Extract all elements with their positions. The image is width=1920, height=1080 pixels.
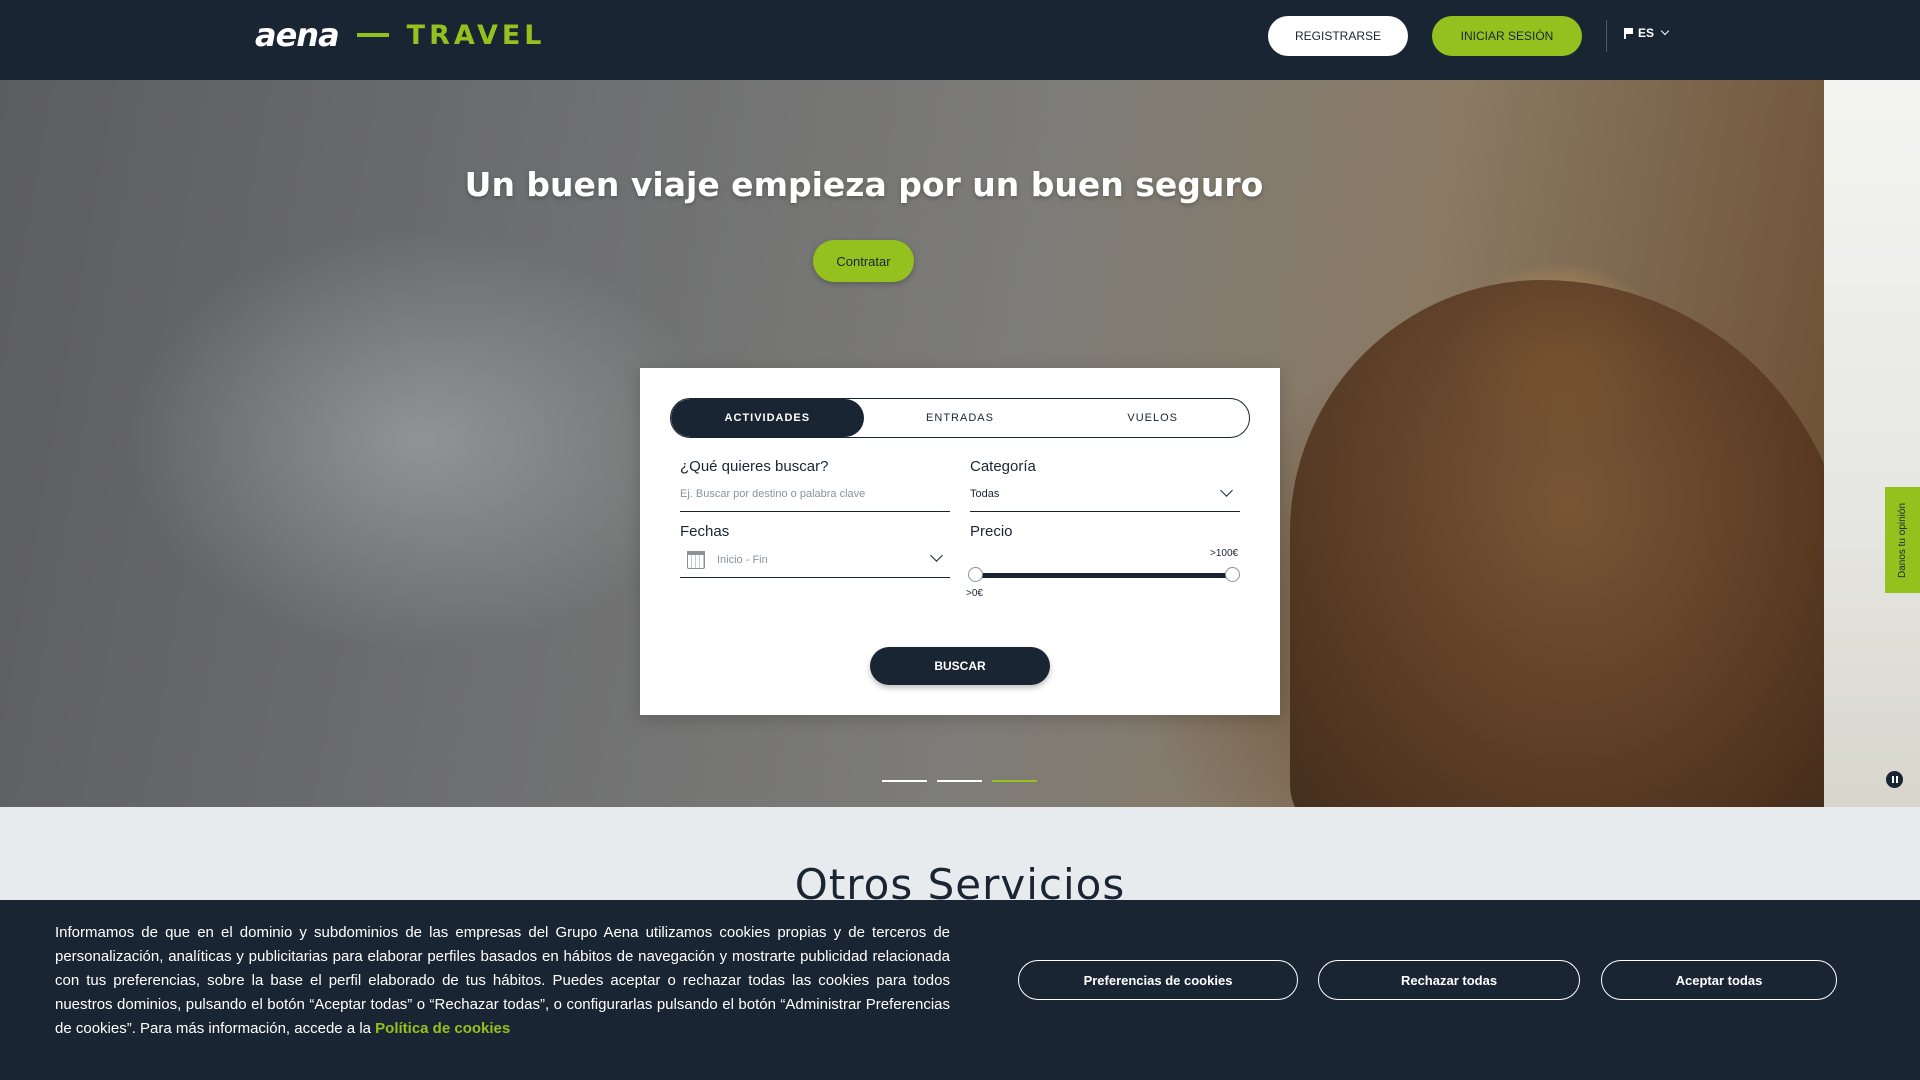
search-input[interactable]: Ej. Buscar por destino o palabra clave xyxy=(680,488,865,500)
login-button[interactable]: INICIAR SESIÓN xyxy=(1432,16,1582,56)
slide-indicator-1[interactable] xyxy=(882,780,927,782)
search-tabs: ACTIVIDADES ENTRADAS VUELOS xyxy=(670,398,1250,438)
price-max-handle[interactable] xyxy=(1225,567,1240,582)
register-button[interactable]: REGISTRARSE xyxy=(1268,16,1408,56)
cookie-text: Informamos de que en el dominio y subdom… xyxy=(55,921,950,1041)
price-range-track[interactable] xyxy=(975,573,1233,578)
logo-dash xyxy=(356,33,389,37)
pause-slider-button[interactable] xyxy=(1886,771,1903,788)
tab-actividades[interactable]: ACTIVIDADES xyxy=(671,399,864,437)
search-panel: ACTIVIDADES ENTRADAS VUELOS ¿Qué quieres… xyxy=(640,368,1280,715)
cookie-banner: Informamos de que en el dominio y subdom… xyxy=(0,900,1920,1080)
hero-title: Un buen viaje empieza por un buen seguro xyxy=(464,165,1264,204)
search-button[interactable]: BUSCAR xyxy=(870,647,1050,685)
query-underline xyxy=(680,511,950,512)
feedback-label: Danos tu opinión xyxy=(1897,502,1908,578)
category-select[interactable]: Todas xyxy=(970,488,999,500)
aena-travel-logo[interactable]: aena TRAVEL xyxy=(255,16,546,54)
slide-indicator-2[interactable] xyxy=(937,780,982,782)
price-min-label: >0€ xyxy=(966,588,983,599)
category-label: Categoría xyxy=(970,458,1036,475)
flag-icon xyxy=(1624,27,1633,39)
logo-aena-text: aena xyxy=(255,16,340,54)
language-selector[interactable]: ES xyxy=(1624,26,1670,40)
dates-input[interactable]: Inicio - Fin xyxy=(717,554,768,566)
pause-icon-bar xyxy=(1891,776,1894,783)
site-header: aena TRAVEL REGISTRARSE INICIAR SESIÓN E… xyxy=(0,0,1920,80)
price-max-label: >100€ xyxy=(1210,548,1239,559)
price-label: Precio xyxy=(970,523,1013,540)
chevron-down-icon[interactable] xyxy=(930,549,943,562)
chevron-down-icon[interactable] xyxy=(1220,484,1233,497)
query-label: ¿Qué quieres buscar? xyxy=(680,458,829,475)
next-slide-preview xyxy=(1824,80,1920,807)
cookie-policy-link[interactable]: Política de cookies xyxy=(375,1020,510,1037)
language-code: ES xyxy=(1638,26,1655,40)
logo-travel-text: TRAVEL xyxy=(406,19,546,51)
reject-all-button[interactable]: Rechazar todas xyxy=(1318,960,1580,1000)
header-divider xyxy=(1606,20,1607,52)
cookie-preferences-button[interactable]: Preferencias de cookies xyxy=(1018,960,1298,1000)
category-underline xyxy=(970,511,1240,512)
feedback-tab[interactable]: Danos tu opinión xyxy=(1885,487,1920,593)
hero-image-climbers xyxy=(1290,280,1824,807)
pause-icon-bar xyxy=(1895,776,1898,783)
price-min-handle[interactable] xyxy=(968,567,983,582)
tab-entradas[interactable]: ENTRADAS xyxy=(864,399,1057,437)
accept-all-button[interactable]: Aceptar todas xyxy=(1601,960,1837,1000)
dates-label: Fechas xyxy=(680,523,730,540)
chevron-down-icon xyxy=(1660,26,1670,36)
calendar-icon xyxy=(687,551,705,569)
slide-indicator-3[interactable] xyxy=(992,780,1037,782)
tab-vuelos[interactable]: VUELOS xyxy=(1056,399,1249,437)
slider-indicators xyxy=(882,780,1037,782)
dates-underline xyxy=(680,577,950,578)
contratar-button[interactable]: Contratar xyxy=(813,240,914,282)
